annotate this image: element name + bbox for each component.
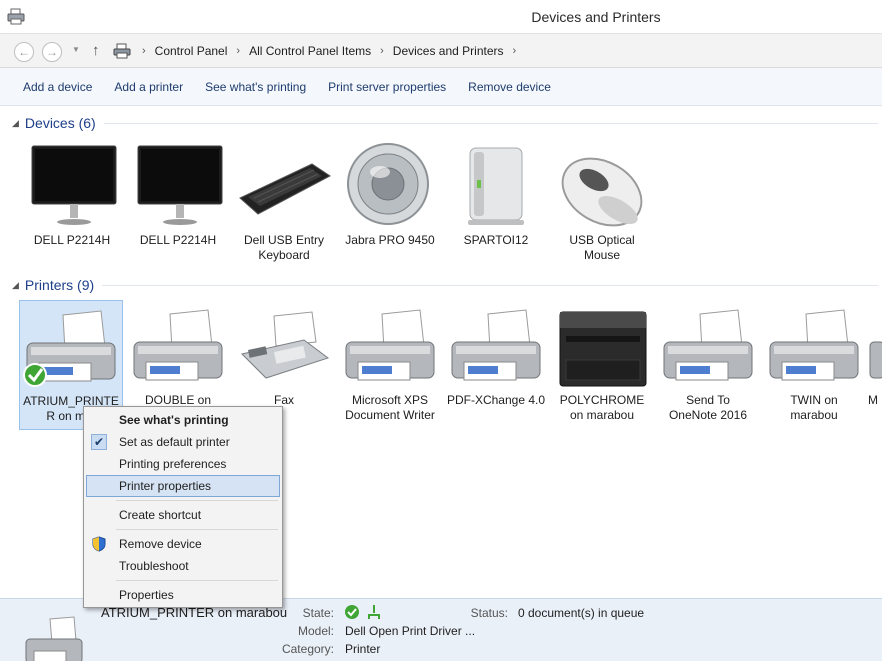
device-label: USB Optical Mouse <box>569 233 635 262</box>
printer-icon <box>451 309 541 381</box>
devices-group-label: Devices (6) <box>24 115 96 131</box>
printer-label: POLYCHROME on marabou <box>559 393 645 422</box>
device-item[interactable]: Dell USB Entry Keyboard <box>232 140 336 263</box>
breadcrumb[interactable]: › Control Panel › All Control Panel Item… <box>112 40 876 62</box>
context-menu: See what's printing ✔ Set as default pri… <box>83 406 283 608</box>
ready-check-icon <box>345 605 359 619</box>
menu-item-troubleshoot[interactable]: Troubleshoot <box>86 555 280 577</box>
title-bar: Devices and Printers <box>0 0 882 34</box>
menu-separator <box>116 580 278 581</box>
breadcrumb-separator[interactable]: › <box>136 45 152 57</box>
keyboard-icon <box>239 163 331 215</box>
speaker-icon <box>347 143 429 225</box>
checkmark-icon: ✔ <box>91 434 107 450</box>
menu-item-label: Remove device <box>119 537 202 551</box>
printer-item[interactable]: Fax <box>232 300 336 408</box>
status-value: 0 document(s) in queue <box>518 606 645 620</box>
device-item[interactable]: DELL P2214H <box>126 140 230 248</box>
breadcrumb-devices-printers[interactable]: Devices and Printers <box>390 44 507 58</box>
printer-icon <box>133 309 223 381</box>
breadcrumb-all-items[interactable]: All Control Panel Items <box>246 44 374 58</box>
state-label: State: <box>302 606 334 620</box>
printers-group-header[interactable]: ◢ Printers (9) <box>12 275 878 295</box>
device-item[interactable]: USB Optical Mouse <box>550 140 654 263</box>
printer-item[interactable]: TWIN on marabou <box>762 300 866 423</box>
add-printer-button[interactable]: Add a printer <box>103 80 194 94</box>
category-value: Printer <box>345 642 381 656</box>
printer-icon <box>663 309 753 381</box>
category-label: Category: <box>281 642 334 656</box>
printer-label: Microsoft XPS Document Writer <box>345 393 435 422</box>
printer-icon <box>25 616 83 661</box>
printer-item[interactable]: DOUBLE on <box>126 300 230 408</box>
menu-item-printer-properties[interactable]: Printer properties <box>86 475 280 497</box>
printer-item[interactable]: POLYCHROME on marabou <box>550 300 654 423</box>
collapse-triangle-icon[interactable]: ◢ <box>12 280 19 291</box>
window-title: Devices and Printers <box>531 9 661 25</box>
device-label: SPARTOI12 <box>463 233 529 247</box>
menu-item-create-shortcut[interactable]: Create shortcut <box>86 504 280 526</box>
breadcrumb-separator[interactable]: › <box>230 45 246 57</box>
menu-item-set-default-printer[interactable]: ✔ Set as default printer <box>86 431 280 453</box>
breadcrumb-control-panel[interactable]: Control Panel <box>152 44 231 58</box>
breadcrumb-separator[interactable]: › <box>507 45 523 57</box>
group-divider <box>102 284 878 286</box>
status-label: Status: <box>470 606 508 620</box>
computer-tower-icon <box>468 147 524 225</box>
menu-item-see-whats-printing[interactable]: See what's printing <box>86 409 280 431</box>
group-divider <box>103 122 878 124</box>
device-item[interactable]: SPARTOI12 <box>444 140 548 248</box>
uac-shield-icon <box>92 536 106 552</box>
collapse-triangle-icon[interactable]: ◢ <box>12 118 19 129</box>
add-device-button[interactable]: Add a device <box>12 80 103 94</box>
printer-icon <box>345 309 435 381</box>
model-value: Dell Open Print Driver ... <box>345 624 476 638</box>
forward-arrow-icon[interactable]: → <box>42 42 62 62</box>
devices-printers-icon <box>113 43 131 59</box>
mouse-icon <box>561 157 643 227</box>
device-label: DELL P2214H <box>139 233 217 247</box>
devices-group-header[interactable]: ◢ Devices (6) <box>12 113 878 133</box>
monitor-icon <box>137 145 223 225</box>
back-arrow-icon[interactable]: ← <box>14 42 34 62</box>
device-label: Jabra PRO 9450 <box>345 233 435 247</box>
printer-item[interactable]: PDF-XChange 4.0 <box>444 300 548 408</box>
print-server-properties-button[interactable]: Print server properties <box>317 80 457 94</box>
network-share-icon <box>368 605 380 619</box>
menu-item-printing-preferences[interactable]: Printing preferences <box>86 453 280 475</box>
command-bar: Add a device Add a printer See what's pr… <box>0 68 882 106</box>
menu-item-properties[interactable]: Properties <box>86 584 280 606</box>
breadcrumb-separator[interactable]: › <box>374 45 390 57</box>
up-arrow-icon[interactable]: ↑ <box>92 42 100 59</box>
address-bar: ← → ▼ ↑ › Control Panel › All Control Pa… <box>0 34 882 68</box>
fax-icon <box>241 311 330 379</box>
menu-separator <box>116 500 278 501</box>
printer-item[interactable]: Send To OneNote 2016 <box>656 300 760 423</box>
device-item[interactable]: DELL P2214H <box>20 140 124 248</box>
printer-label: M <box>868 393 878 407</box>
printer-label: TWIN on marabou <box>790 393 838 422</box>
menu-item-remove-device[interactable]: Remove device <box>86 533 280 555</box>
monitor-icon <box>31 145 117 225</box>
printer-icon <box>23 310 116 387</box>
printer-label: PDF-XChange 4.0 <box>446 393 546 407</box>
menu-separator <box>116 529 278 530</box>
menu-item-label: Set as default printer <box>119 435 230 449</box>
see-whats-printing-button[interactable]: See what's printing <box>194 80 317 94</box>
device-label: DELL P2214H <box>33 233 111 247</box>
printer-label: Send To OneNote 2016 <box>668 393 748 422</box>
model-label: Model: <box>297 624 334 638</box>
printers-group-label: Printers (9) <box>24 277 95 293</box>
laser-printer-icon <box>559 311 647 387</box>
remove-device-button[interactable]: Remove device <box>457 80 562 94</box>
device-label: Dell USB Entry Keyboard <box>243 233 325 262</box>
printer-icon <box>869 341 882 379</box>
printer-item-partial[interactable]: M <box>868 300 882 408</box>
recent-locations-chevron-icon[interactable]: ▼ <box>72 45 80 54</box>
device-item[interactable]: Jabra PRO 9450 <box>338 140 442 248</box>
printer-icon <box>769 309 859 381</box>
printer-item[interactable]: Microsoft XPS Document Writer <box>338 300 442 423</box>
